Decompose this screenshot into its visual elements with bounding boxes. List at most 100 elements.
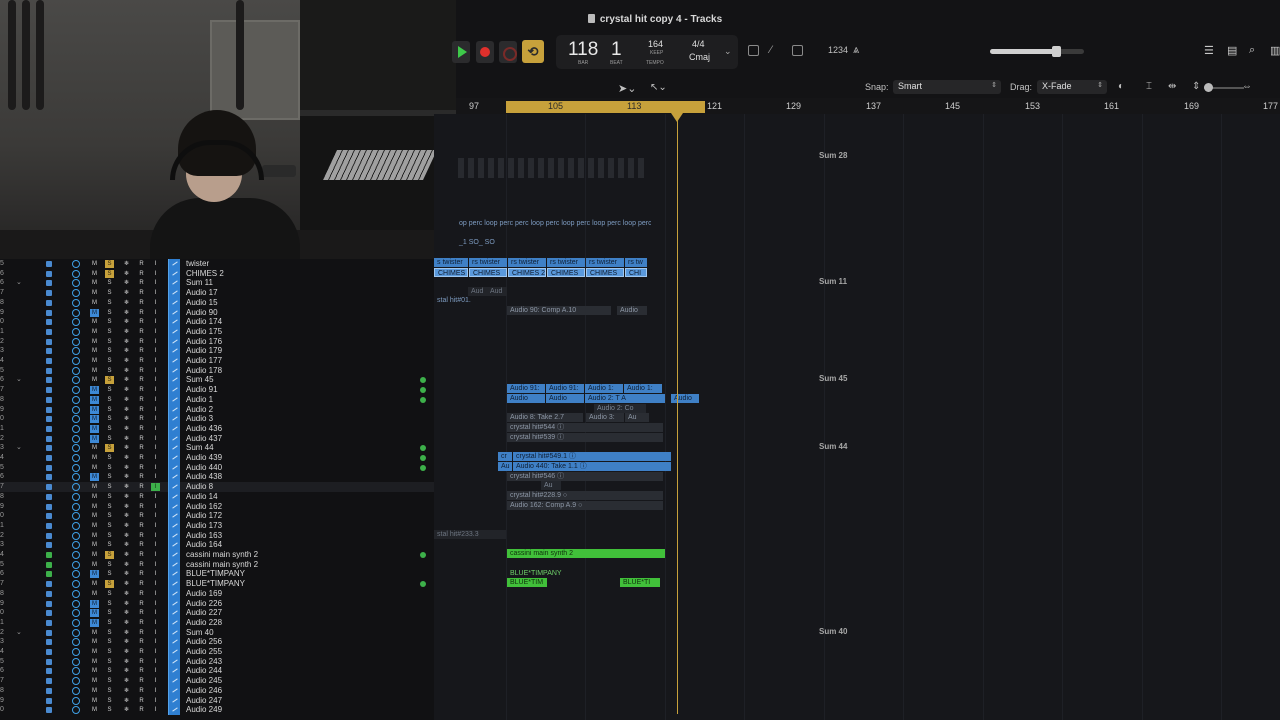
automation-icon[interactable] bbox=[168, 278, 180, 289]
input-monitor-button[interactable]: I bbox=[151, 464, 160, 472]
power-icon[interactable] bbox=[72, 424, 80, 433]
input-monitor-button[interactable]: I bbox=[151, 415, 160, 423]
track-name[interactable]: Sum 44 bbox=[186, 443, 214, 453]
automation-icon[interactable] bbox=[168, 433, 180, 444]
solo-button[interactable]: S bbox=[105, 367, 114, 375]
region[interactable]: BLUE*TIM bbox=[507, 578, 547, 587]
freeze-button[interactable]: ❄ bbox=[122, 522, 131, 530]
freeze-button[interactable]: ❄ bbox=[122, 706, 131, 714]
freeze-button[interactable]: ❄ bbox=[122, 619, 131, 627]
track-header[interactable]: 1 M S ❄ R I Audio 175 bbox=[0, 326, 434, 337]
solo-button[interactable]: S bbox=[105, 309, 114, 317]
track-name[interactable]: Audio 8 bbox=[186, 482, 213, 492]
input-monitor-button[interactable]: I bbox=[151, 677, 160, 685]
track-name[interactable]: Audio 162 bbox=[186, 502, 222, 512]
automation-icon[interactable] bbox=[168, 588, 180, 599]
solo-button[interactable]: S bbox=[105, 629, 114, 637]
solo-button[interactable]: S bbox=[105, 464, 114, 472]
automation-icon[interactable] bbox=[168, 617, 180, 628]
track-name[interactable]: Audio 226 bbox=[186, 599, 222, 609]
mute-button[interactable]: M bbox=[90, 618, 99, 627]
input-monitor-button[interactable]: I bbox=[151, 503, 160, 511]
automation-icon[interactable] bbox=[168, 705, 180, 716]
automation-icon[interactable] bbox=[168, 482, 180, 493]
metronome-icon[interactable]: ⩓ bbox=[853, 44, 859, 57]
automation-icon[interactable] bbox=[168, 336, 180, 347]
power-icon[interactable] bbox=[72, 618, 80, 627]
solo-button[interactable]: S bbox=[105, 570, 114, 578]
track-name[interactable]: Audio 256 bbox=[186, 637, 222, 647]
solo-button[interactable]: S bbox=[105, 328, 114, 336]
vertical-zoom-icon[interactable]: ⌶ bbox=[1146, 81, 1152, 92]
track-name[interactable]: Audio 15 bbox=[186, 298, 218, 308]
mute-button[interactable]: M bbox=[90, 638, 99, 646]
mute-button[interactable]: M bbox=[90, 424, 99, 433]
solo-button[interactable]: S bbox=[105, 638, 114, 646]
track-header[interactable]: 2 M S ❄ R I Audio 163 bbox=[0, 530, 434, 541]
solo-button[interactable]: S bbox=[105, 473, 114, 481]
region[interactable]: CHIMES 2 bbox=[508, 268, 546, 277]
input-monitor-button[interactable]: I bbox=[151, 687, 160, 695]
automation-icon[interactable] bbox=[168, 297, 180, 308]
track-header[interactable]: 4 M S ❄ R I Audio 255 bbox=[0, 647, 434, 657]
region[interactable]: Audio 162: Comp A.9 ○ bbox=[507, 501, 663, 510]
freeze-button[interactable]: ❄ bbox=[122, 580, 131, 588]
freeze-button[interactable]: ❄ bbox=[122, 406, 131, 414]
freeze-button[interactable]: ❄ bbox=[122, 493, 131, 501]
mute-button[interactable]: M bbox=[90, 415, 99, 424]
power-icon[interactable] bbox=[72, 580, 80, 589]
region[interactable]: Aud bbox=[487, 287, 507, 296]
track-name[interactable]: Audio 179 bbox=[186, 346, 222, 356]
solo-button[interactable]: S bbox=[105, 444, 114, 453]
track-header[interactable]: 2 M S ❄ R I Audio 176 bbox=[0, 336, 434, 347]
freeze-button[interactable]: ❄ bbox=[122, 551, 131, 559]
cycle-button[interactable]: ⟲ bbox=[522, 40, 544, 63]
record-enable-button[interactable]: R bbox=[137, 386, 146, 394]
track-name[interactable]: Audio 91 bbox=[186, 385, 218, 395]
power-icon[interactable] bbox=[72, 386, 80, 395]
freeze-button[interactable]: ❄ bbox=[122, 289, 131, 297]
record-enable-button[interactable]: R bbox=[137, 570, 146, 578]
horizontal-zoom-icon[interactable]: ⇹ bbox=[1168, 81, 1176, 92]
region[interactable]: Audio 440: Take 1.1 ⓘ bbox=[513, 462, 671, 471]
power-icon[interactable] bbox=[72, 502, 80, 511]
mute-button[interactable]: M bbox=[90, 357, 99, 365]
track-header[interactable]: 6 ⌄ M S ❄ R I Sum 45 bbox=[0, 375, 434, 386]
disclosure-triangle-icon[interactable]: ⌄ bbox=[16, 278, 22, 288]
region[interactable]: cr bbox=[498, 452, 512, 461]
power-icon[interactable] bbox=[72, 677, 80, 686]
automation-icon[interactable] bbox=[168, 375, 180, 386]
track-header[interactable]: 5 M S ❄ R I Audio 178 bbox=[0, 365, 434, 376]
mute-button[interactable]: M bbox=[90, 561, 99, 569]
record-enable-button[interactable]: R bbox=[137, 667, 146, 675]
solo-button[interactable]: S bbox=[105, 561, 114, 569]
power-icon[interactable] bbox=[72, 551, 80, 559]
freeze-button[interactable]: ❄ bbox=[122, 318, 131, 326]
track-name[interactable]: Audio 3 bbox=[186, 414, 213, 424]
automation-icon[interactable] bbox=[168, 404, 180, 415]
input-monitor-button[interactable]: I bbox=[151, 270, 160, 278]
track-name[interactable]: Audio 178 bbox=[186, 366, 222, 376]
automation-icon[interactable] bbox=[168, 520, 180, 531]
lcd-time-signature[interactable]: 4/4 bbox=[692, 39, 705, 49]
record-enable-button[interactable]: R bbox=[137, 367, 146, 375]
automation-icon[interactable] bbox=[168, 346, 180, 357]
record-enable-button[interactable]: R bbox=[137, 425, 146, 433]
solo-button[interactable]: S bbox=[105, 318, 114, 326]
cycle-region[interactable] bbox=[506, 101, 705, 113]
mute-button[interactable]: M bbox=[90, 512, 99, 520]
mute-button[interactable]: M bbox=[90, 473, 99, 482]
track-header[interactable]: 0 M S ❄ R I Audio 249 bbox=[0, 705, 434, 716]
region[interactable]: CHIMES bbox=[547, 268, 585, 277]
freeze-button[interactable]: ❄ bbox=[122, 376, 131, 384]
automation-icon[interactable] bbox=[168, 676, 180, 687]
record-enable-button[interactable]: R bbox=[137, 338, 146, 346]
power-icon[interactable] bbox=[72, 357, 80, 365]
search-icon[interactable]: ⌕ bbox=[1249, 44, 1255, 57]
tuner-icon[interactable] bbox=[748, 45, 759, 56]
region[interactable]: s twister bbox=[434, 258, 468, 267]
automation-icon[interactable] bbox=[168, 414, 180, 425]
track-header[interactable]: 8 M S ❄ R I Audio 169 bbox=[0, 588, 434, 599]
track-name[interactable]: Audio 174 bbox=[186, 317, 222, 327]
region[interactable]: rs twister bbox=[586, 258, 624, 267]
